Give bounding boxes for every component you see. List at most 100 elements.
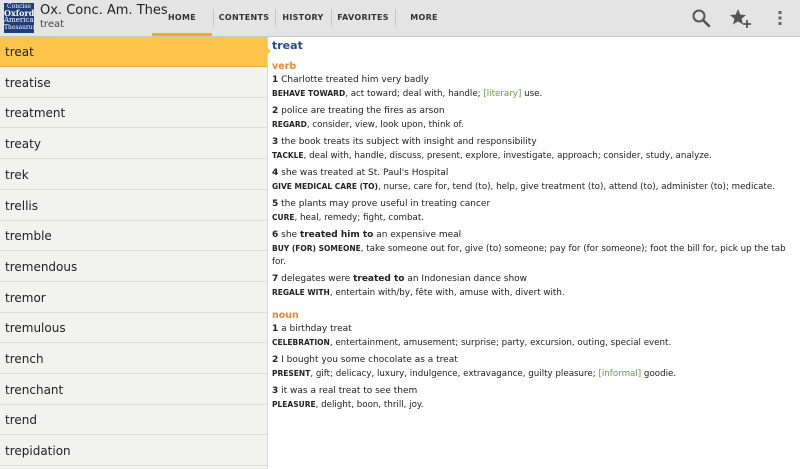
headword: treat <box>272 39 303 52</box>
sense: 6 she treated him to an expensive meal BU… <box>272 229 792 269</box>
example-sentence: 7 delegates were treated to an Indonesia… <box>272 273 792 286</box>
example-text: an expensive meal <box>373 230 462 240</box>
overflow-menu-icon[interactable] <box>768 6 792 30</box>
word-item[interactable]: trend <box>0 405 267 436</box>
add-favorite-icon[interactable] <box>728 6 752 30</box>
example-sentence: 5 the plants may prove useful in treatin… <box>272 198 792 211</box>
synonyms: , entertainment, amusement; surprise; pa… <box>329 338 672 348</box>
synonym-line: REGALE WITH, entertain with/by, fête wit… <box>272 286 792 300</box>
register-label: [literary] <box>483 89 522 99</box>
word-item-selected[interactable]: treat <box>0 37 267 67</box>
core-sense: BEHAVE TOWARD <box>272 89 346 98</box>
core-sense: CURE <box>272 213 295 222</box>
tab-more[interactable]: MORE <box>396 0 452 36</box>
synonyms: , nurse, care for, tend (to), help, give… <box>377 182 775 192</box>
word-item[interactable]: treaty <box>0 129 267 160</box>
synonym-line: CELEBRATION, entertainment, amusement; s… <box>272 336 792 350</box>
synonyms: , deal with, handle, discuss, present, e… <box>303 151 712 161</box>
sense-number: 7 <box>272 274 279 284</box>
current-word: treat <box>40 19 65 30</box>
sense: 2 I bought you some chocolate as a treat… <box>272 354 792 381</box>
example-text: the book treats its subject with insight… <box>281 137 537 147</box>
word-item[interactable]: trepidation <box>0 436 267 467</box>
synonyms: , gift; delicacy, luxury, indulgence, ex… <box>310 369 599 379</box>
sense-number: 1 <box>272 75 279 85</box>
synonym-line: BEHAVE TOWARD, act toward; deal with, ha… <box>272 87 792 101</box>
example-text: delegates were <box>281 274 354 284</box>
example-text: an Indonesian dance show <box>404 274 528 284</box>
sense: 3 it was a real treat to see them PLEASUR… <box>272 385 792 412</box>
core-sense: PRESENT <box>272 369 311 378</box>
example-text: police are treating the fires as arson <box>281 106 445 116</box>
synonyms: , act toward; deal with, handle; <box>345 89 484 99</box>
word-list[interactable]: treat treatise treatment treaty trek tre… <box>0 37 268 469</box>
sense-number: 3 <box>272 137 279 147</box>
synonym-line: PRESENT, gift; delicacy, luxury, indulge… <box>272 367 792 381</box>
logo-line: Thesaurus <box>4 24 34 31</box>
synonyms: , consider, view, look upon, think of. <box>306 120 464 130</box>
sense: 4 she was treated at St. Paul's Hospital… <box>272 167 792 194</box>
tab-favorites[interactable]: FAVORITES <box>332 0 394 36</box>
word-item[interactable]: trenchant <box>0 374 267 405</box>
sense: 5 the plants may prove useful in treatin… <box>272 198 792 225</box>
core-sense: TACKLE <box>272 151 304 160</box>
example-sentence: 3 it was a real treat to see them <box>272 385 792 398</box>
example-sentence: 2 police are treating the fires as arson <box>272 105 792 118</box>
example-text: Charlotte treated him very badly <box>281 75 429 85</box>
app-logo-icon[interactable]: Concise Oxford American Thesaurus <box>4 3 34 33</box>
example-text: I bought you some chocolate as a treat <box>281 355 458 365</box>
sense-number: 1 <box>272 324 279 334</box>
sense: 2 police are treating the fires as arson… <box>272 105 792 132</box>
verb-senses: 1 Charlotte treated him very badly BEHAVE… <box>272 74 792 300</box>
sense-number: 3 <box>272 386 279 396</box>
register-label: [informal] <box>598 369 642 379</box>
synonyms: use. <box>521 89 543 99</box>
word-item[interactable]: tremulous <box>0 313 267 344</box>
example-sentence: 1 Charlotte treated him very badly <box>272 74 792 87</box>
synonym-line: REGARD, consider, view, look upon, think… <box>272 118 792 132</box>
tab-home[interactable]: HOME <box>152 0 212 36</box>
example-sentence: 1 a birthday treat <box>272 323 792 336</box>
core-sense: REGARD <box>272 120 307 129</box>
example-phrase: treated to <box>353 274 405 284</box>
action-bar: Concise Oxford American Thesaurus Ox. Co… <box>0 0 800 37</box>
example-text: she <box>281 230 300 240</box>
synonym-line: CURE, heal, remedy; fight, combat. <box>272 211 792 225</box>
entry-panel: treat verb 1 Charlotte treated him very … <box>272 39 792 416</box>
example-sentence: 4 she was treated at St. Paul's Hospital <box>272 167 792 180</box>
core-sense: PLEASURE <box>272 400 316 409</box>
search-icon[interactable] <box>689 6 713 30</box>
example-phrase: treated him to <box>299 230 374 240</box>
word-item[interactable]: treatise <box>0 67 267 98</box>
word-item[interactable]: tremendous <box>0 251 267 282</box>
example-text: the plants may prove useful in treating … <box>281 199 491 209</box>
word-item[interactable]: treatment <box>0 98 267 129</box>
sense-number: 5 <box>272 199 279 209</box>
tab-history[interactable]: HISTORY <box>276 0 330 36</box>
synonyms: , heal, remedy; fight, combat. <box>294 213 425 223</box>
logo-line: American <box>4 16 34 24</box>
sense-number: 2 <box>272 355 279 365</box>
word-item[interactable]: tremor <box>0 282 267 313</box>
sense-number: 2 <box>272 106 279 116</box>
sense: 1 Charlotte treated him very badly BEHAVE… <box>272 74 792 101</box>
word-item[interactable]: tremble <box>0 221 267 252</box>
core-sense: CELEBRATION <box>272 338 330 347</box>
word-item[interactable]: trellis <box>0 190 267 221</box>
app-title: Ox. Conc. Am. Thes <box>40 3 168 18</box>
selection-pointer <box>257 38 271 64</box>
core-sense: BUY (FOR) SOMEONE <box>272 244 361 253</box>
word-item[interactable]: trench <box>0 344 267 374</box>
sense-number: 4 <box>272 168 279 178</box>
synonym-line: PLEASURE, delight, boon, thrill, joy. <box>272 398 792 412</box>
part-of-speech-verb: verb <box>272 61 297 72</box>
word-item[interactable]: trek <box>0 159 267 190</box>
sense: 3 the book treats its subject with insig… <box>272 136 792 163</box>
sense-number: 6 <box>272 230 279 240</box>
example-sentence: 6 she treated him to an expensive meal <box>272 229 792 242</box>
sense: 1 a birthday treat CELEBRATION, entertain… <box>272 323 792 350</box>
example-text: it was a real treat to see them <box>281 386 418 396</box>
example-sentence: 2 I bought you some chocolate as a treat <box>272 354 792 367</box>
synonyms: , delight, boon, thrill, joy. <box>315 400 424 410</box>
tab-contents[interactable]: CONTENTS <box>214 0 274 36</box>
